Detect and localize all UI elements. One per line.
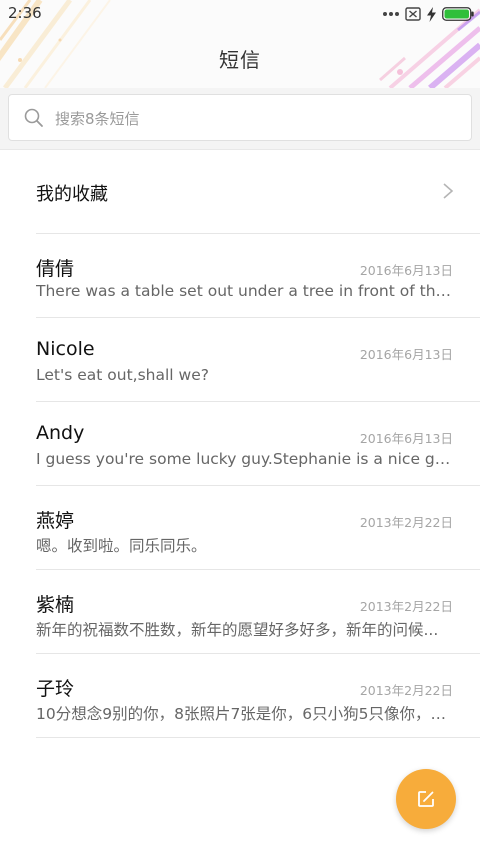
page-title: 短信 (219, 48, 261, 72)
conversation-date: 2016年6月13日 (359, 263, 453, 278)
conversation-item[interactable]: 紫楠 2013年2月22日 新年的祝福数不胜数，新年的愿望好多好多，新年的问候.… (0, 570, 480, 654)
search-bar (0, 88, 480, 150)
conversation-name: 子玲 (36, 678, 75, 700)
header: 2:36 短信 (0, 0, 480, 88)
status-time: 2:36 (8, 4, 42, 22)
conversation-date: 2016年6月13日 (359, 431, 453, 446)
favorites-label: 我的收藏 (36, 184, 108, 205)
conversation-item[interactable]: 倩倩 2016年6月13日 There was a table set out … (0, 234, 480, 318)
conversation-name: 紫楠 (36, 594, 75, 616)
search-input[interactable] (53, 103, 457, 135)
conversation-date: 2013年2月22日 (359, 515, 453, 530)
compose-icon (418, 791, 434, 807)
conversation-snippet: There was a table set out under a tree i… (36, 282, 454, 300)
signal-dots-icon (383, 12, 399, 16)
conversation-snippet: 嗯。收到啦。同乐同乐。 (36, 537, 207, 555)
chevron-right-icon (443, 183, 454, 199)
conversation-snippet: 10分想念9别的你，8张照片7张是你，6只小狗5只像你，4... (36, 705, 454, 723)
conversation-item[interactable]: Nicole 2016年6月13日 Let's eat out,shall we… (0, 318, 480, 402)
charging-bolt-icon (427, 6, 436, 22)
messages-screen: 2:36 短信 搜索8条短信 我的收藏 倩倩 2016年6月13日 There … (0, 0, 480, 853)
conversation-name: 燕婷 (36, 510, 75, 532)
conversation-date: 2013年2月22日 (359, 599, 453, 614)
conversation-name: Nicole (36, 338, 95, 360)
conversation-name: 倩倩 (36, 258, 75, 280)
conversation-item[interactable]: 燕婷 2013年2月22日 嗯。收到啦。同乐同乐。 (0, 486, 480, 570)
conversation-snippet: Let's eat out,shall we? (36, 366, 209, 384)
search-icon (24, 108, 43, 127)
conversation-list: 倩倩 2016年6月13日 There was a table set out … (0, 234, 480, 738)
sim-off-icon (405, 7, 421, 21)
favorites-row[interactable]: 我的收藏 (0, 150, 480, 234)
status-icons (383, 5, 474, 23)
conversation-snippet: 新年的祝福数不胜数，新年的愿望好多好多，新年的问候... (36, 621, 439, 639)
conversation-item[interactable]: 子玲 2013年2月22日 10分想念9别的你，8张照片7张是你，6只小狗5只像… (0, 654, 480, 738)
conversation-item[interactable]: Andy 2016年6月13日 I guess you're some luck… (0, 402, 480, 486)
conversation-snippet: I guess you're some lucky guy.Stephanie … (36, 450, 454, 468)
status-bar: 2:36 (0, 0, 480, 28)
compose-button[interactable] (396, 769, 456, 829)
conversation-name: Andy (36, 422, 85, 444)
conversation-date: 2013年2月22日 (359, 683, 453, 698)
search-box[interactable] (8, 94, 472, 141)
battery-icon (442, 7, 474, 21)
divider (36, 737, 480, 738)
conversation-date: 2016年6月13日 (359, 347, 453, 362)
